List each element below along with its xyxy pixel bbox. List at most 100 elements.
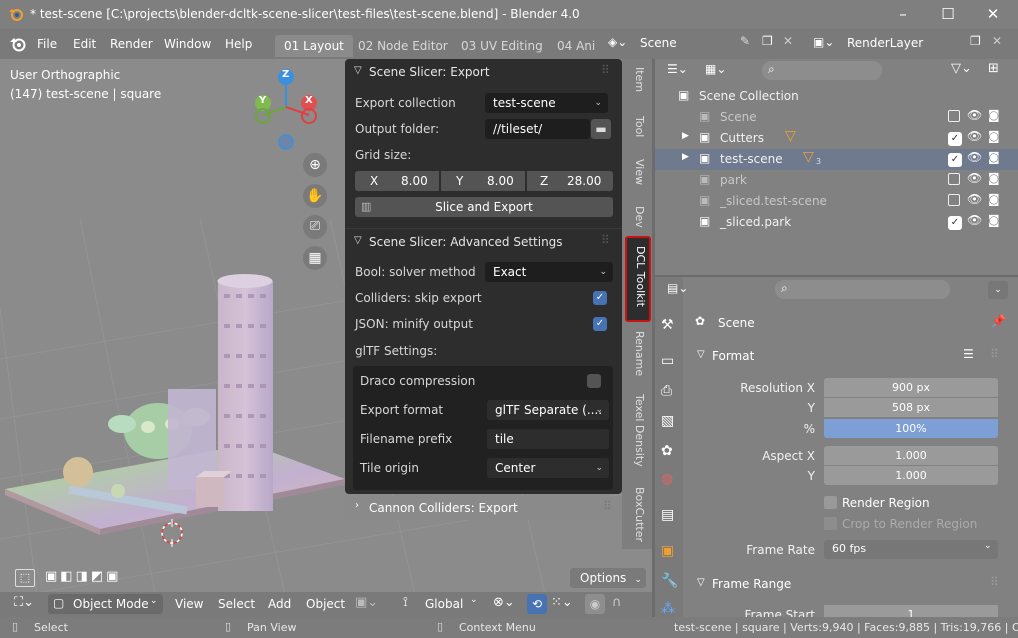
menu-edit[interactable]: Edit [73, 37, 96, 51]
outliner-row-sliced-park[interactable]: ▣ _sliced.park ✓ 👁 ◙ [655, 212, 1018, 233]
draco-checkbox[interactable] [587, 374, 601, 388]
drag-handle-icon[interactable]: ⠿ [990, 347, 999, 361]
slice-export-button[interactable]: ▥ Slice and Export [355, 197, 613, 217]
frame-rate-dropdown[interactable]: 60 fps ⌄ [824, 540, 998, 559]
exclude-checkbox[interactable] [948, 173, 960, 185]
camera-render-icon[interactable]: ◙ [988, 129, 1000, 143]
eye-icon[interactable]: 👁 [967, 171, 982, 185]
world-icon[interactable]: ◍ [661, 471, 673, 487]
transform-orientation-icon[interactable]: ⟟ [403, 595, 408, 610]
blender-menu-icon[interactable] [9, 36, 27, 52]
expand-arrow-icon[interactable]: ▶ [682, 152, 689, 162]
cannon-panel-header[interactable]: › Cannon Colliders: Export ⠿ [345, 496, 622, 520]
delete-layer-icon[interactable]: ✕ [992, 34, 1002, 48]
tab-dev[interactable]: Dev [628, 206, 646, 228]
render-region-checkbox[interactable] [824, 496, 837, 509]
options-button[interactable]: Options ⌄ [570, 568, 646, 588]
properties-options-icon[interactable]: ⌄ [988, 281, 1008, 299]
tab-rename[interactable]: Rename [628, 331, 646, 376]
exclude-checkbox[interactable]: ✓ [948, 216, 962, 230]
tab-tool[interactable]: Tool [628, 116, 646, 137]
viewport-menu-select[interactable]: Select [218, 597, 255, 611]
outliner-row-sliced-test-scene[interactable]: ▣ _sliced.test-scene 👁 ◙ [655, 191, 1018, 212]
viewport-menu-object[interactable]: Object [306, 597, 345, 611]
new-scene-icon[interactable]: ❐ [762, 34, 773, 48]
tile-origin-dropdown[interactable]: Center ⌄ [487, 458, 609, 478]
snap-target-icon[interactable]: ⁙⌄ [551, 595, 573, 610]
close-button[interactable]: ✕ [970, 0, 1016, 29]
colliders-skip-checkbox[interactable]: ✓ [593, 291, 607, 305]
new-layer-icon[interactable]: ❐ [970, 34, 981, 48]
maximize-button[interactable]: ☐ [925, 0, 971, 29]
advanced-panel-header[interactable]: ▽ Scene Slicer: Advanced Settings ⠿ [345, 228, 622, 254]
tab-item[interactable]: Item [628, 67, 646, 92]
output-icon[interactable]: ⎙ [661, 383, 672, 399]
grid-z-field[interactable]: Z 28.00 [527, 171, 613, 191]
resolution-x-field[interactable]: 900 px [824, 378, 998, 397]
exclude-checkbox[interactable] [948, 110, 960, 122]
eye-icon[interactable]: 👁 [967, 150, 982, 164]
drag-handle-icon[interactable]: ⠿ [601, 63, 610, 77]
snap-icon[interactable]: ⟲ [527, 594, 547, 614]
display-toggle-icon[interactable]: ▣⌄ [355, 595, 378, 610]
aspect-x-field[interactable]: 1.000 [824, 446, 998, 465]
menu-window[interactable]: Window [164, 37, 211, 51]
outliner-row-test-scene[interactable]: ▶ ▣ test-scene ▽ 3 ✓ 👁 ◙ [655, 149, 1018, 170]
tab-dcl-toolkit[interactable]: DCL Toolkit [625, 236, 651, 322]
tab-layout[interactable]: 01 Layout [275, 35, 353, 57]
menu-help[interactable]: Help [225, 37, 252, 51]
bool-solver-dropdown[interactable]: Exact ⌄ [485, 262, 613, 282]
grid-y-field[interactable]: Y 8.00 [441, 171, 526, 191]
folder-browse-icon[interactable]: ▬ [591, 119, 611, 139]
tab-view[interactable]: View [628, 159, 646, 185]
falloff-icon[interactable]: ∩ [612, 595, 622, 610]
tab-uv-editing[interactable]: 03 UV Editing [452, 35, 552, 57]
pin-icon[interactable]: 📌 [991, 314, 1006, 328]
selection-mode-icons[interactable]: ▣◧◨◩▣ [45, 569, 145, 587]
camera-render-icon[interactable]: ◙ [988, 213, 1000, 227]
particles-icon[interactable]: ⁂ [661, 601, 675, 617]
aspect-y-field[interactable]: 1.000 [824, 466, 998, 485]
minimize-button[interactable]: – [880, 0, 926, 29]
menu-file[interactable]: File [37, 37, 57, 51]
output-folder-field[interactable]: //tileset/ [485, 119, 590, 139]
scene-selector[interactable]: ◈⌄ Scene ✎ ❐ ✕ [605, 33, 795, 53]
resolution-percent-slider[interactable]: 100% [824, 419, 998, 438]
outliner-row-root[interactable]: ▣ Scene Collection [655, 86, 1018, 107]
presets-list-icon[interactable]: ☰ [963, 347, 974, 361]
export-panel-header[interactable]: ▽ Scene Slicer: Export ⠿ [345, 59, 622, 85]
grid-x-field[interactable]: X 8.00 [355, 171, 440, 191]
json-minify-checkbox[interactable]: ✓ [593, 317, 607, 331]
exclude-checkbox[interactable]: ✓ [948, 153, 962, 167]
outliner-search-input[interactable]: ⌕ [762, 61, 882, 80]
camera-render-icon[interactable]: ◙ [988, 192, 1000, 206]
drag-handle-icon[interactable]: ⠿ [990, 575, 999, 589]
outliner-editor-icon[interactable]: ☰⌄ [667, 62, 688, 76]
view-layer-icon[interactable]: ▧ [661, 413, 674, 429]
eye-icon[interactable]: 👁 [967, 129, 982, 143]
viewport-menu-add[interactable]: Add [268, 597, 291, 611]
format-panel-header[interactable]: ▽ Format ☰ ⠿ [687, 345, 1014, 367]
orientation-chevron-icon[interactable]: ⌄ [470, 595, 478, 605]
grid-icon[interactable]: ▦ [303, 246, 327, 270]
navigation-gizmo[interactable]: Z Y X [245, 67, 325, 152]
eye-icon[interactable]: 👁 [967, 192, 982, 206]
resolution-y-field[interactable]: 508 px [824, 398, 998, 417]
pan-hand-icon[interactable]: ✋ [303, 184, 327, 208]
tab-animation[interactable]: 04 Ani [548, 35, 604, 57]
filter-icon[interactable]: ▽⌄ [951, 61, 972, 76]
zoom-icon[interactable]: ⊕ [303, 153, 327, 177]
delete-scene-icon[interactable]: ✕ [783, 34, 793, 48]
tool-settings-icon[interactable]: ⚒ [661, 317, 674, 333]
outliner-row-scene[interactable]: ▣ Scene 👁 ◙ [655, 107, 1018, 128]
expand-arrow-icon[interactable]: ▶ [682, 131, 689, 141]
camera-render-icon[interactable]: ◙ [988, 108, 1000, 122]
drag-handle-icon[interactable]: ⠿ [601, 233, 610, 247]
menu-render[interactable]: Render [110, 37, 153, 51]
camera-icon[interactable]: ⎚ [303, 215, 327, 239]
display-mode-icon[interactable]: ▦⌄ [705, 62, 726, 76]
export-collection-dropdown[interactable]: test-scene ⌄ [485, 93, 608, 113]
editor-type-icon[interactable]: ⛶⌄ [14, 595, 34, 610]
pivot-icon[interactable]: ⊗⌄ [493, 595, 515, 610]
eye-icon[interactable]: 👁 [967, 213, 982, 227]
